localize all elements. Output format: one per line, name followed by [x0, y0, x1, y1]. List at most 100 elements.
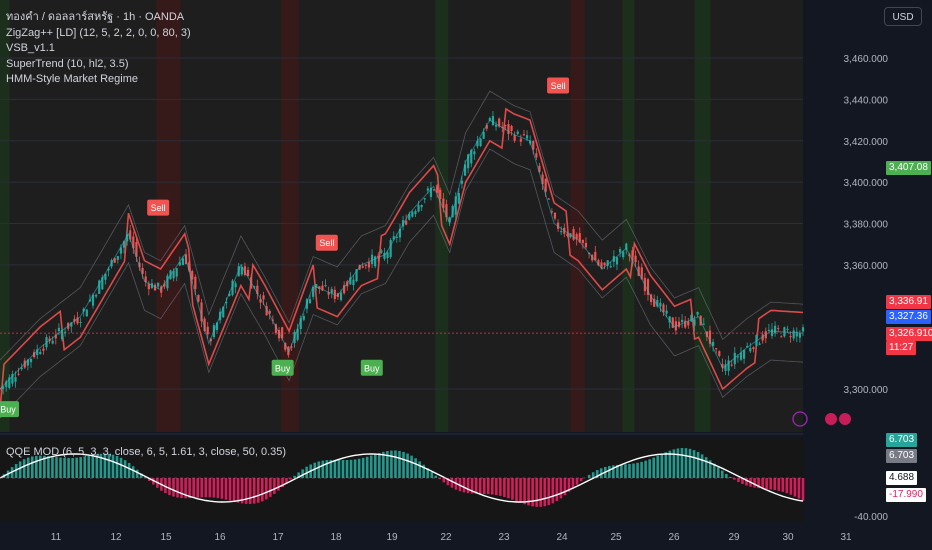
qqe-histogram-bar — [410, 455, 413, 478]
qqe-histogram-bar — [777, 478, 781, 491]
candle-body — [749, 348, 752, 352]
candle-body — [544, 178, 547, 192]
time-tick-label: 11 — [51, 532, 62, 543]
qqe-histogram-bar — [35, 455, 38, 478]
time-tick-label: 15 — [160, 532, 172, 543]
time-tick-label: 25 — [610, 532, 622, 543]
qqe-histogram-bar — [341, 460, 345, 478]
qqe-histogram-bar — [277, 478, 280, 491]
candle-body — [181, 258, 185, 266]
time-tick-label: 16 — [214, 532, 226, 543]
price-tick-label: 3,440.000 — [844, 95, 889, 106]
candle-body — [693, 319, 696, 326]
candle-body — [370, 254, 374, 265]
time-tick-label: 19 — [386, 532, 398, 543]
candle-body — [14, 377, 17, 382]
qqe-histogram-bar — [382, 451, 385, 478]
candle-body — [736, 356, 739, 358]
qqe-histogram-bar — [18, 461, 22, 478]
candle-body — [479, 138, 482, 146]
vsb-indicator[interactable]: VSB_v1.1 — [6, 41, 191, 57]
qqe-histogram-bar — [301, 469, 304, 478]
qqe-histogram-bar — [414, 458, 417, 478]
qqe-histogram-bar — [632, 463, 635, 478]
qqe-histogram-bar — [196, 478, 200, 498]
hmm-regime-indicator[interactable]: HMM-Style Market Regime — [6, 72, 191, 88]
price-tick-label: 3,380.000 — [844, 220, 889, 231]
candle-body — [386, 252, 389, 259]
qqe-histogram-bar — [248, 478, 252, 505]
qqe-histogram-bar — [482, 478, 486, 495]
qqe-histogram-bar — [378, 452, 381, 478]
qqe-histogram-bar — [390, 450, 393, 478]
candle-body — [535, 153, 538, 158]
candle-body — [361, 266, 364, 268]
qqe-histogram-bar — [474, 478, 478, 494]
qqe-histogram-bar — [608, 465, 611, 478]
qqe-histogram-bar — [353, 459, 357, 478]
qqe-histogram-bar — [430, 472, 434, 478]
supertrend-indicator[interactable]: SuperTrend (10, hl2, 3.5) — [6, 57, 191, 73]
qqe-histogram-bar — [30, 456, 34, 478]
qqe-histogram-bar — [628, 463, 631, 478]
candle-body — [383, 252, 386, 259]
candle-body — [39, 352, 42, 355]
qqe-histogram-bar — [769, 478, 773, 490]
qqe-histogram-bar — [357, 458, 361, 478]
qqe-histogram-bar — [575, 478, 579, 485]
candle-body — [730, 364, 733, 366]
candle-body — [339, 292, 343, 301]
candle-body — [439, 189, 442, 199]
candle-body — [367, 262, 371, 268]
signal-label-text: Buy — [0, 405, 16, 415]
candle-body — [680, 319, 684, 323]
zigzag-indicator[interactable]: ZigZag++ [LD] (12, 5, 2, 2, 0, 0, 80, 3) — [6, 26, 191, 42]
candle-body — [494, 124, 498, 127]
qqe-histogram-bar — [511, 478, 514, 500]
candle-body — [95, 294, 98, 297]
qqe-histogram-bar — [79, 457, 83, 478]
qqe-histogram-bar — [507, 478, 510, 499]
qqe-histogram-bar — [269, 478, 272, 497]
time-tick-label: 29 — [728, 532, 740, 543]
time-tick-label: 24 — [556, 532, 568, 543]
candle-body — [491, 116, 495, 126]
qqe-histogram-bar — [273, 478, 276, 494]
candle-body — [715, 348, 718, 350]
candle-body — [457, 193, 460, 204]
qqe-histogram-bar — [26, 457, 30, 478]
candle-body — [547, 198, 550, 200]
signal-label-text: Sell — [551, 81, 566, 91]
candle-body — [758, 343, 761, 345]
qqe-histogram-bar — [503, 478, 506, 497]
candle-body — [553, 212, 557, 219]
candle-body — [659, 302, 662, 307]
qqe-histogram-bar — [51, 456, 54, 478]
time-tick-label: 18 — [330, 532, 342, 543]
qqe-histogram-bar — [265, 478, 268, 500]
qqe-histogram-bar — [55, 457, 58, 478]
qqe-histogram-bar — [579, 478, 583, 482]
candle-body — [742, 350, 746, 359]
symbol-title[interactable]: ทองคำ / ดอลลาร์สหรัฐ · 1h · OANDA — [6, 10, 191, 26]
qqe-histogram-bar — [656, 455, 660, 478]
qqe-histogram-bar — [680, 448, 684, 478]
price-tag-current: 3,326.910 — [886, 327, 932, 341]
qqe-histogram-bar — [260, 478, 264, 502]
price-tag-last: 3,407.08 — [886, 161, 931, 175]
candle-body — [116, 256, 119, 260]
candle-body — [411, 211, 414, 217]
currency-button[interactable]: USD — [884, 7, 922, 26]
candle-body — [789, 336, 792, 338]
qqe-histogram-bar — [244, 478, 248, 504]
candle-body — [513, 135, 516, 141]
candle-body — [665, 310, 668, 314]
qqe-histogram-bar — [720, 470, 724, 478]
qqe-histogram-bar — [192, 478, 195, 498]
qqe-histogram-bar — [216, 478, 220, 499]
qqe-histogram-bar — [75, 457, 78, 478]
qqe-histogram-bar — [761, 478, 764, 489]
qqe-histogram-bar — [402, 451, 405, 478]
candle-body — [702, 323, 705, 325]
qqe-legend[interactable]: QQE MOD (6, 5, 3, 3, close, 6, 5, 1.61, … — [6, 446, 286, 458]
